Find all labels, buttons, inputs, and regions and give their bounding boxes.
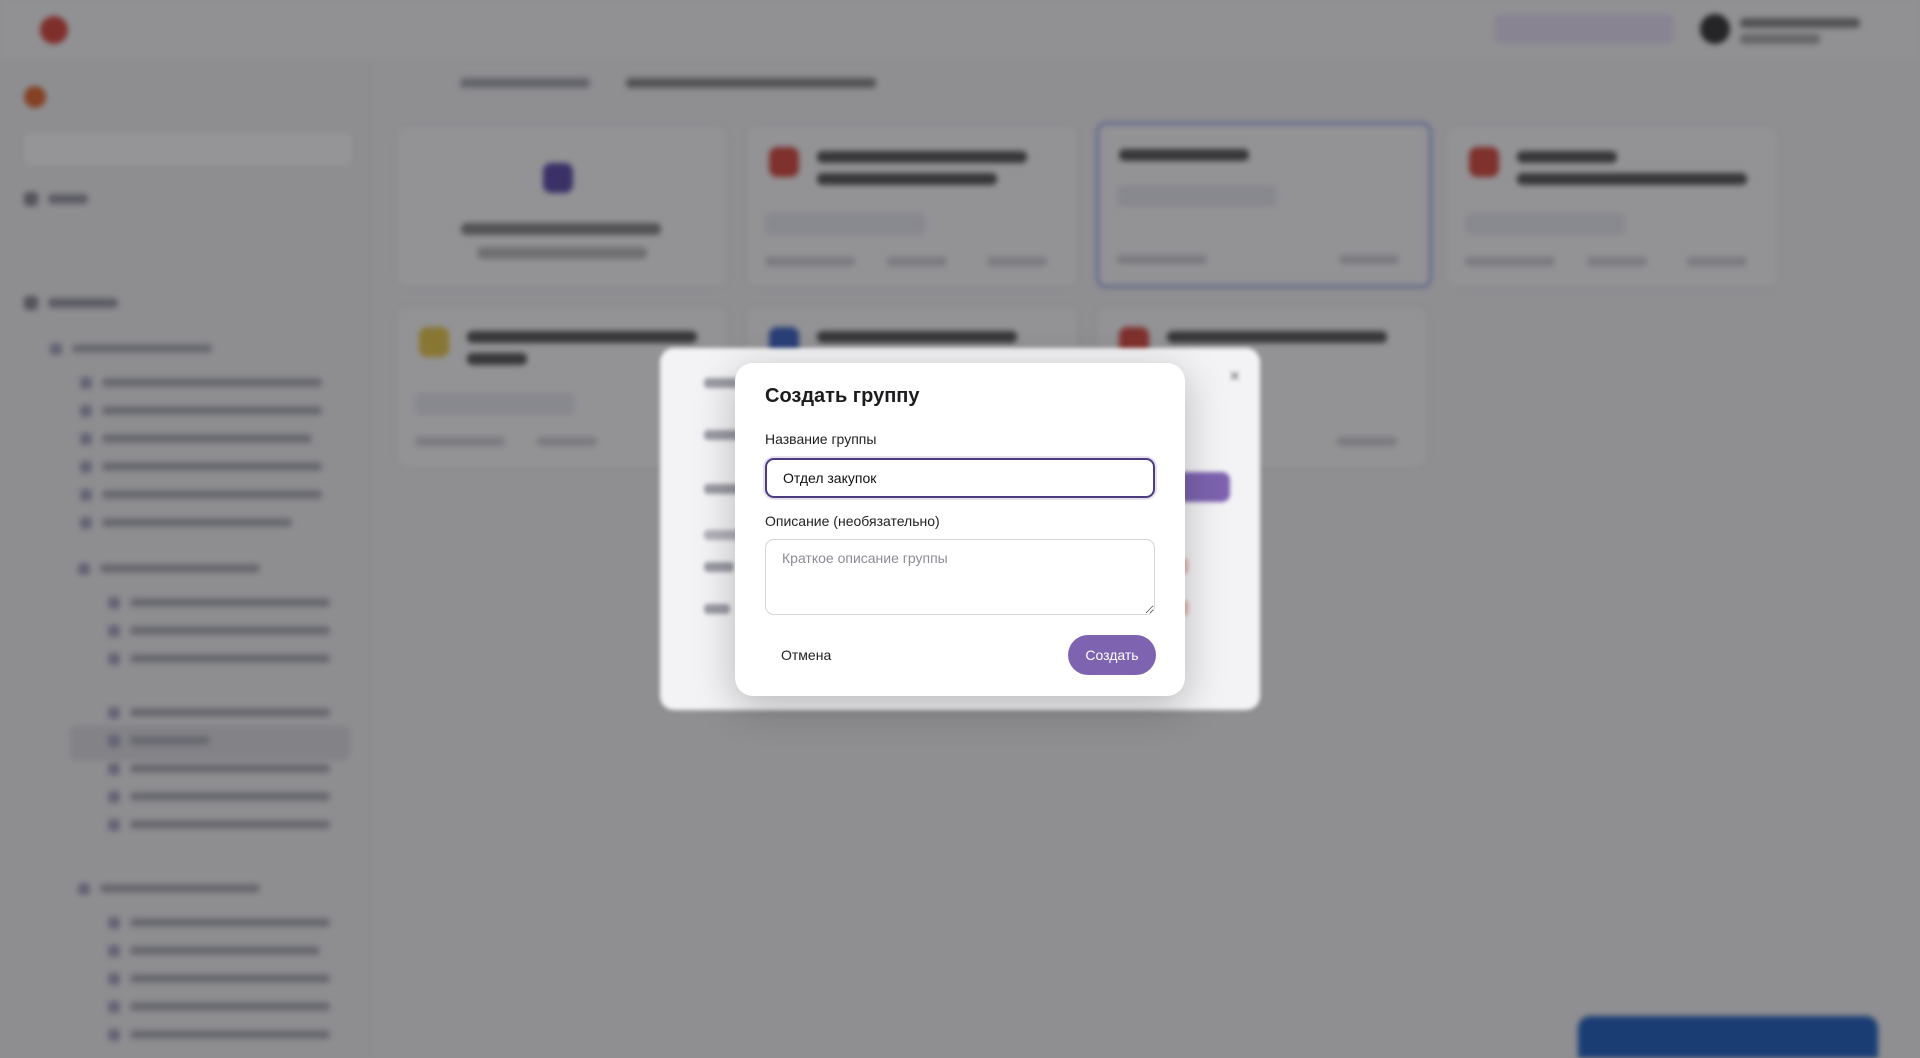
create-group-dialog: Создать группу Название группы Описание … xyxy=(735,363,1185,696)
group-name-input[interactable] xyxy=(765,458,1155,498)
group-name-label: Название группы xyxy=(765,431,877,447)
group-description-input[interactable] xyxy=(765,539,1155,615)
group-description-label: Описание (необязательно) xyxy=(765,513,940,529)
close-icon[interactable]: × xyxy=(1229,366,1240,387)
dialog-title: Создать группу xyxy=(765,385,920,407)
cancel-button[interactable]: Отмена xyxy=(765,635,847,675)
background-dialog-row xyxy=(704,604,730,614)
background-dialog-row xyxy=(704,562,734,572)
create-button[interactable]: Создать xyxy=(1068,635,1156,675)
